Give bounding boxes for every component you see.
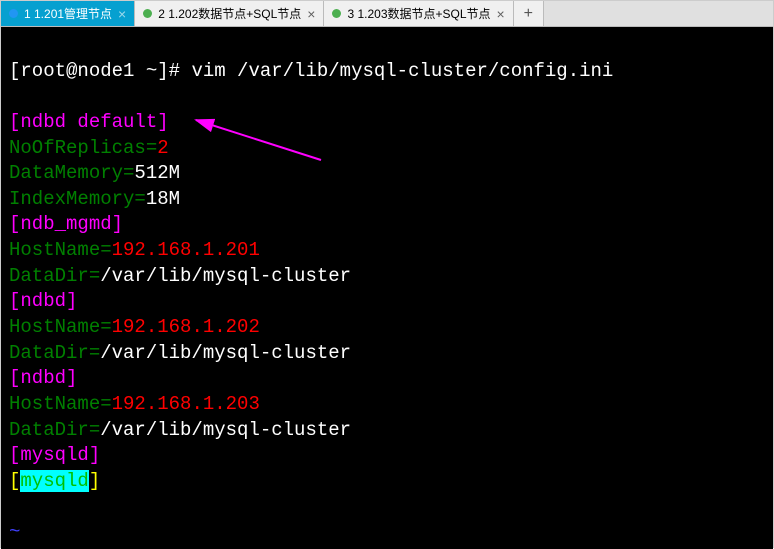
status-dot-icon — [143, 9, 152, 18]
status-dot-icon — [9, 9, 18, 18]
shell-command: vim /var/lib/mysql-cluster/config.ini — [191, 60, 613, 82]
section-header: [mysqld] — [9, 444, 100, 466]
tab-3[interactable]: 3 1.203数据节点+SQL节点 × — [324, 1, 513, 26]
close-icon[interactable]: × — [497, 6, 505, 22]
config-value: 512M — [134, 162, 180, 184]
shell-prompt: [root@node1 ~]# — [9, 60, 191, 82]
cursor-line-bracket: [ — [9, 470, 20, 492]
tab-bar: 1 1.201管理节点 × 2 1.202数据节点+SQL节点 × 3 1.20… — [1, 1, 773, 27]
config-key: DataDir= — [9, 342, 100, 364]
empty-line-tilde: ~ — [9, 521, 20, 543]
terminal[interactable]: [root@node1 ~]# vim /var/lib/mysql-clust… — [1, 27, 773, 549]
tab-2[interactable]: 2 1.202数据节点+SQL节点 × — [135, 1, 324, 26]
config-key: DataMemory= — [9, 162, 134, 184]
section-header: [ndbd] — [9, 290, 77, 312]
arrow-annotation-icon — [191, 115, 341, 175]
config-key: DataDir= — [9, 419, 100, 441]
section-header: [ndb_mgmd] — [9, 213, 123, 235]
status-dot-icon — [332, 9, 341, 18]
new-tab-button[interactable]: + — [514, 1, 544, 26]
config-key: HostName= — [9, 239, 112, 261]
config-key: DataDir= — [9, 265, 100, 287]
config-value: 192.168.1.202 — [112, 316, 260, 338]
config-value: /var/lib/mysql-cluster — [100, 342, 351, 364]
config-value: 18M — [146, 188, 180, 210]
tab-label: 2 1.202数据节点+SQL节点 — [158, 5, 301, 22]
tab-label: 1 1.201管理节点 — [24, 5, 112, 22]
config-value: /var/lib/mysql-cluster — [100, 419, 351, 441]
tab-label: 3 1.203数据节点+SQL节点 — [347, 5, 490, 22]
config-key: HostName= — [9, 393, 112, 415]
section-header: [ndbd default] — [9, 111, 169, 133]
close-icon[interactable]: × — [118, 6, 126, 22]
config-key: NoOfReplicas= — [9, 137, 157, 159]
config-value: 192.168.1.203 — [112, 393, 260, 415]
tab-1[interactable]: 1 1.201管理节点 × — [1, 1, 135, 26]
close-icon[interactable]: × — [307, 6, 315, 22]
cursor-line-bracket: ] — [89, 470, 100, 492]
config-value: 2 — [157, 137, 168, 159]
section-header: [ndbd] — [9, 367, 77, 389]
config-key: HostName= — [9, 316, 112, 338]
config-value: /var/lib/mysql-cluster — [100, 265, 351, 287]
config-value: 192.168.1.201 — [112, 239, 260, 261]
config-key: IndexMemory= — [9, 188, 146, 210]
cursor-text: mysqld — [20, 470, 88, 492]
